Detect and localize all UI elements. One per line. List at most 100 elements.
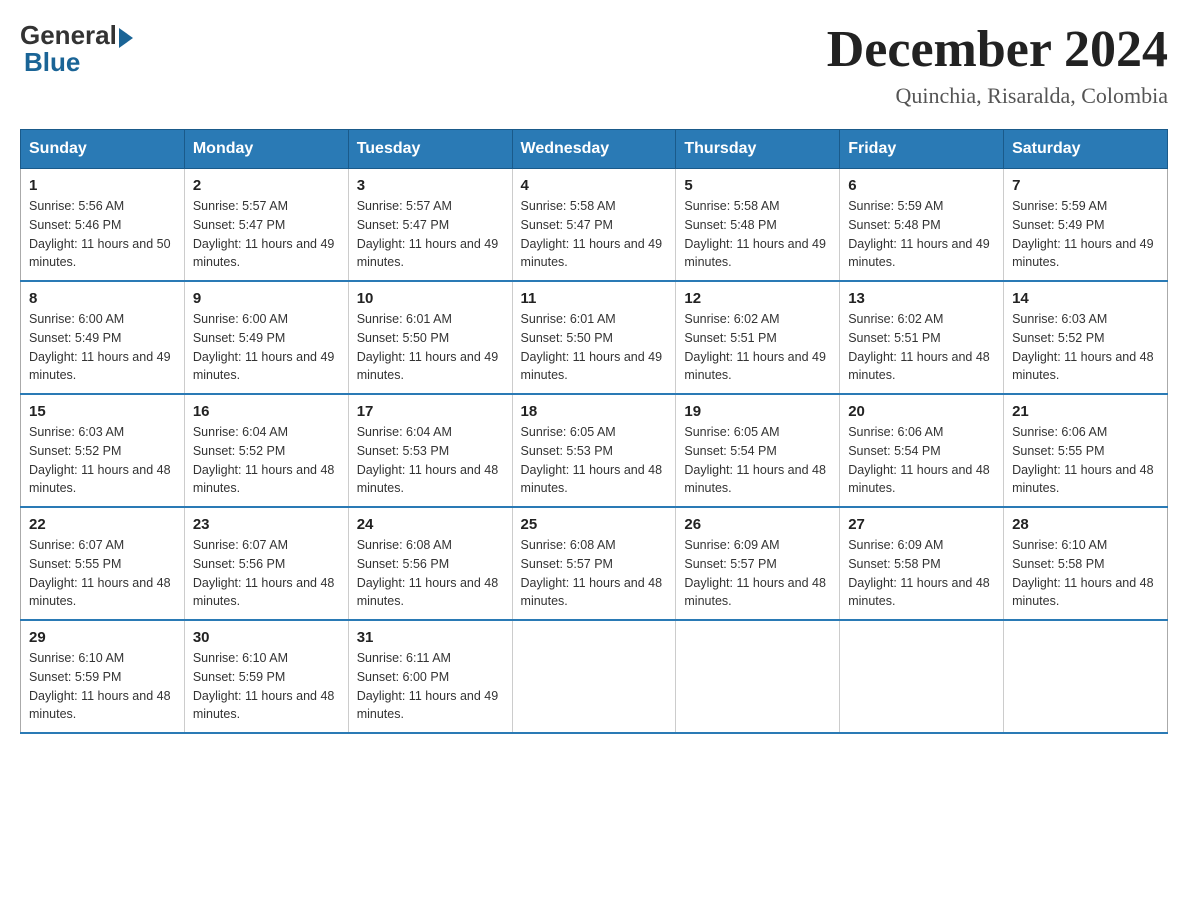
day-info: Sunrise: 6:01 AMSunset: 5:50 PMDaylight:… [521,312,663,382]
day-info: Sunrise: 6:07 AMSunset: 5:55 PMDaylight:… [29,538,171,608]
day-number: 5 [684,177,831,194]
day-number: 6 [848,177,995,194]
header-cell-wednesday: Wednesday [512,130,676,169]
day-cell: 16 Sunrise: 6:04 AMSunset: 5:52 PMDaylig… [184,394,348,507]
week-row-4: 22 Sunrise: 6:07 AMSunset: 5:55 PMDaylig… [21,507,1168,620]
day-info: Sunrise: 6:09 AMSunset: 5:58 PMDaylight:… [848,538,990,608]
day-info: Sunrise: 6:02 AMSunset: 5:51 PMDaylight:… [684,312,826,382]
day-number: 3 [357,177,504,194]
day-cell: 24 Sunrise: 6:08 AMSunset: 5:56 PMDaylig… [348,507,512,620]
day-number: 28 [1012,516,1159,533]
day-number: 9 [193,290,340,307]
day-cell: 8 Sunrise: 6:00 AMSunset: 5:49 PMDayligh… [21,281,185,394]
week-row-3: 15 Sunrise: 6:03 AMSunset: 5:52 PMDaylig… [21,394,1168,507]
day-number: 23 [193,516,340,533]
day-info: Sunrise: 6:07 AMSunset: 5:56 PMDaylight:… [193,538,335,608]
day-cell: 17 Sunrise: 6:04 AMSunset: 5:53 PMDaylig… [348,394,512,507]
day-info: Sunrise: 6:03 AMSunset: 5:52 PMDaylight:… [1012,312,1154,382]
day-cell: 15 Sunrise: 6:03 AMSunset: 5:52 PMDaylig… [21,394,185,507]
day-info: Sunrise: 5:57 AMSunset: 5:47 PMDaylight:… [357,199,499,269]
day-cell [1004,620,1168,733]
page-header: General Blue December 2024 Quinchia, Ris… [20,20,1168,109]
day-cell: 23 Sunrise: 6:07 AMSunset: 5:56 PMDaylig… [184,507,348,620]
calendar-title: December 2024 [827,20,1168,79]
calendar-subtitle: Quinchia, Risaralda, Colombia [827,83,1168,109]
day-number: 30 [193,629,340,646]
day-cell: 31 Sunrise: 6:11 AMSunset: 6:00 PMDaylig… [348,620,512,733]
day-info: Sunrise: 6:10 AMSunset: 5:59 PMDaylight:… [193,651,335,721]
day-info: Sunrise: 6:01 AMSunset: 5:50 PMDaylight:… [357,312,499,382]
header-cell-friday: Friday [840,130,1004,169]
day-cell: 9 Sunrise: 6:00 AMSunset: 5:49 PMDayligh… [184,281,348,394]
day-info: Sunrise: 5:59 AMSunset: 5:48 PMDaylight:… [848,199,990,269]
day-info: Sunrise: 6:04 AMSunset: 5:53 PMDaylight:… [357,425,499,495]
day-cell: 20 Sunrise: 6:06 AMSunset: 5:54 PMDaylig… [840,394,1004,507]
day-info: Sunrise: 6:06 AMSunset: 5:54 PMDaylight:… [848,425,990,495]
week-row-5: 29 Sunrise: 6:10 AMSunset: 5:59 PMDaylig… [21,620,1168,733]
day-cell: 13 Sunrise: 6:02 AMSunset: 5:51 PMDaylig… [840,281,1004,394]
day-info: Sunrise: 6:10 AMSunset: 5:59 PMDaylight:… [29,651,171,721]
week-row-1: 1 Sunrise: 5:56 AMSunset: 5:46 PMDayligh… [21,169,1168,282]
day-cell: 1 Sunrise: 5:56 AMSunset: 5:46 PMDayligh… [21,169,185,282]
day-cell: 22 Sunrise: 6:07 AMSunset: 5:55 PMDaylig… [21,507,185,620]
day-number: 2 [193,177,340,194]
day-info: Sunrise: 6:06 AMSunset: 5:55 PMDaylight:… [1012,425,1154,495]
calendar-body: 1 Sunrise: 5:56 AMSunset: 5:46 PMDayligh… [21,169,1168,734]
day-cell: 25 Sunrise: 6:08 AMSunset: 5:57 PMDaylig… [512,507,676,620]
header-row: SundayMondayTuesdayWednesdayThursdayFrid… [21,130,1168,169]
day-number: 15 [29,403,176,420]
day-info: Sunrise: 6:08 AMSunset: 5:57 PMDaylight:… [521,538,663,608]
day-cell: 4 Sunrise: 5:58 AMSunset: 5:47 PMDayligh… [512,169,676,282]
day-info: Sunrise: 6:02 AMSunset: 5:51 PMDaylight:… [848,312,990,382]
day-cell [512,620,676,733]
day-number: 21 [1012,403,1159,420]
day-info: Sunrise: 6:10 AMSunset: 5:58 PMDaylight:… [1012,538,1154,608]
day-number: 19 [684,403,831,420]
day-number: 7 [1012,177,1159,194]
day-number: 4 [521,177,668,194]
day-cell: 26 Sunrise: 6:09 AMSunset: 5:57 PMDaylig… [676,507,840,620]
logo-arrow-icon [119,28,133,48]
day-number: 22 [29,516,176,533]
day-info: Sunrise: 6:11 AMSunset: 6:00 PMDaylight:… [357,651,499,721]
day-cell: 30 Sunrise: 6:10 AMSunset: 5:59 PMDaylig… [184,620,348,733]
day-number: 27 [848,516,995,533]
day-cell [676,620,840,733]
header-cell-saturday: Saturday [1004,130,1168,169]
day-number: 11 [521,290,668,307]
day-cell: 6 Sunrise: 5:59 AMSunset: 5:48 PMDayligh… [840,169,1004,282]
logo-blue-text: Blue [24,47,80,78]
day-number: 31 [357,629,504,646]
day-info: Sunrise: 6:05 AMSunset: 5:54 PMDaylight:… [684,425,826,495]
week-row-2: 8 Sunrise: 6:00 AMSunset: 5:49 PMDayligh… [21,281,1168,394]
day-number: 12 [684,290,831,307]
day-info: Sunrise: 5:59 AMSunset: 5:49 PMDaylight:… [1012,199,1154,269]
day-cell: 19 Sunrise: 6:05 AMSunset: 5:54 PMDaylig… [676,394,840,507]
title-block: December 2024 Quinchia, Risaralda, Colom… [827,20,1168,109]
day-cell: 27 Sunrise: 6:09 AMSunset: 5:58 PMDaylig… [840,507,1004,620]
day-cell: 3 Sunrise: 5:57 AMSunset: 5:47 PMDayligh… [348,169,512,282]
day-cell: 21 Sunrise: 6:06 AMSunset: 5:55 PMDaylig… [1004,394,1168,507]
day-number: 24 [357,516,504,533]
day-number: 26 [684,516,831,533]
header-cell-monday: Monday [184,130,348,169]
day-info: Sunrise: 6:08 AMSunset: 5:56 PMDaylight:… [357,538,499,608]
day-info: Sunrise: 6:09 AMSunset: 5:57 PMDaylight:… [684,538,826,608]
day-number: 14 [1012,290,1159,307]
day-cell: 29 Sunrise: 6:10 AMSunset: 5:59 PMDaylig… [21,620,185,733]
header-cell-sunday: Sunday [21,130,185,169]
day-info: Sunrise: 5:56 AMSunset: 5:46 PMDaylight:… [29,199,171,269]
day-number: 29 [29,629,176,646]
day-cell: 10 Sunrise: 6:01 AMSunset: 5:50 PMDaylig… [348,281,512,394]
day-info: Sunrise: 5:57 AMSunset: 5:47 PMDaylight:… [193,199,335,269]
day-info: Sunrise: 6:04 AMSunset: 5:52 PMDaylight:… [193,425,335,495]
day-number: 16 [193,403,340,420]
logo: General Blue [20,20,133,78]
day-cell: 11 Sunrise: 6:01 AMSunset: 5:50 PMDaylig… [512,281,676,394]
day-cell: 2 Sunrise: 5:57 AMSunset: 5:47 PMDayligh… [184,169,348,282]
day-number: 25 [521,516,668,533]
day-cell: 12 Sunrise: 6:02 AMSunset: 5:51 PMDaylig… [676,281,840,394]
day-cell: 28 Sunrise: 6:10 AMSunset: 5:58 PMDaylig… [1004,507,1168,620]
day-cell: 7 Sunrise: 5:59 AMSunset: 5:49 PMDayligh… [1004,169,1168,282]
day-cell: 14 Sunrise: 6:03 AMSunset: 5:52 PMDaylig… [1004,281,1168,394]
